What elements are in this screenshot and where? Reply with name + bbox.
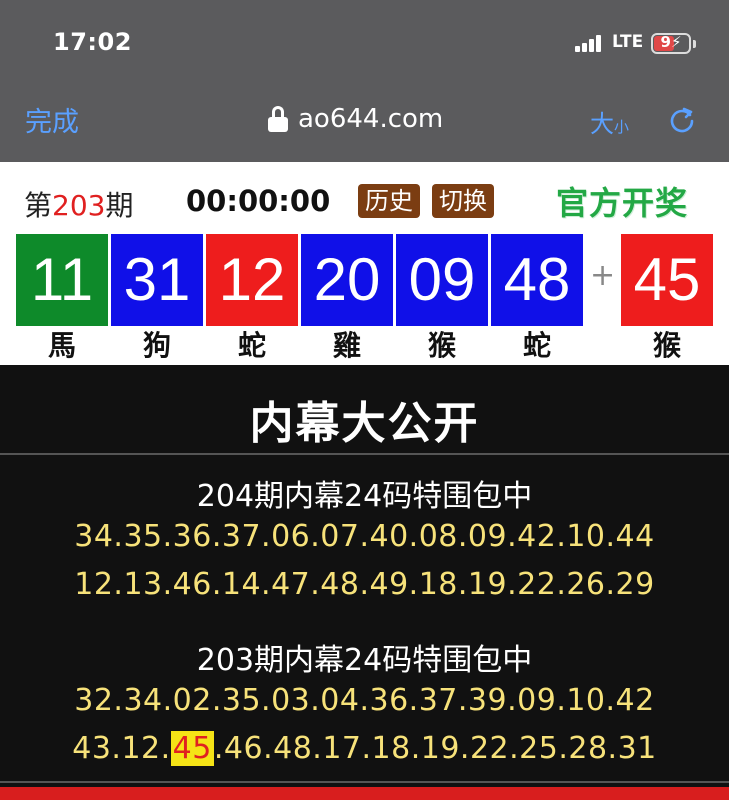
browser-nav-bar: 完成 ao644.com 大小 — [0, 80, 729, 162]
network-label: LTE — [612, 32, 644, 52]
status-bar: 17:02 LTE 9⚡ — [0, 0, 729, 80]
official-draw-label: 官方开奖 — [556, 184, 689, 222]
insider-section: 内幕大公开 204期内幕24码特围包中 34.35.36.37.06.07.40… — [0, 365, 729, 800]
browser-chrome: 17:02 LTE 9⚡ 完成 ao644.com 大小 — [0, 0, 729, 162]
lock-icon — [268, 106, 288, 132]
text-size-small-label: 小 — [614, 118, 630, 136]
special-zodiac: 猴 — [652, 329, 681, 362]
clock: 17:02 — [53, 28, 132, 56]
zodiac-5: 猴 — [427, 329, 456, 362]
bottom-divider — [0, 781, 729, 783]
text-size-big-label: 大 — [590, 110, 614, 138]
ball-2: 31 — [111, 234, 203, 326]
ball-4: 20 — [301, 234, 393, 326]
refresh-icon[interactable] — [668, 106, 696, 134]
section-headline: 内幕大公开 — [249, 398, 480, 449]
battery-level: 9⚡ — [660, 33, 682, 51]
battery-icon: 9⚡ — [651, 33, 691, 54]
zodiac-3: 蛇 — [237, 329, 266, 362]
address-bar[interactable]: ao644.com — [268, 102, 443, 136]
done-button[interactable]: 完成 — [25, 100, 79, 139]
zodiac-1: 馬 — [47, 329, 76, 362]
zodiac-6: 蛇 — [522, 329, 551, 362]
battery-tip — [693, 40, 696, 48]
period-number: 203 — [52, 189, 106, 222]
ball-1: 11 — [16, 234, 108, 326]
number-line-204-1: 34.35.36.37.06.07.40.08.09.42.10.44 — [74, 519, 655, 554]
url-text: ao644.com — [298, 104, 444, 134]
plus-sign: + — [590, 258, 616, 293]
ball-3: 12 — [206, 234, 298, 326]
bottom-red-bar — [0, 787, 729, 800]
block-title-203: 203期内幕24码特围包中 — [196, 643, 533, 678]
ball-6: 48 — [491, 234, 583, 326]
ball-5: 09 — [396, 234, 488, 326]
result-panel: 第203期 00:00:00 历史 切换 官方开奖 11 31 12 20 09… — [0, 162, 729, 365]
zodiac-4: 雞 — [332, 329, 361, 362]
number-line-204-2: 12.13.46.14.47.48.49.18.19.22.26.29 — [74, 567, 655, 602]
number-line-203-1: 32.34.02.35.03.04.36.37.39.09.10.42 — [74, 683, 655, 718]
number-line-203-2: 43.12.45.46.48.17.18.19.22.25.28.31 — [72, 731, 657, 766]
block-title-204: 204期内幕24码特围包中 — [196, 479, 533, 514]
switch-button[interactable]: 切换 — [432, 184, 494, 218]
divider — [0, 453, 729, 455]
text-size-button[interactable]: 大小 — [590, 104, 629, 139]
history-button[interactable]: 历史 — [358, 184, 420, 218]
countdown: 00:00:00 — [186, 184, 331, 218]
period-label: 第203期 — [24, 189, 134, 222]
special-ball: 45 — [621, 234, 713, 326]
signal-icon — [575, 34, 609, 52]
zodiac-2: 狗 — [142, 329, 171, 362]
hit-number-highlight: 45 — [170, 731, 214, 766]
